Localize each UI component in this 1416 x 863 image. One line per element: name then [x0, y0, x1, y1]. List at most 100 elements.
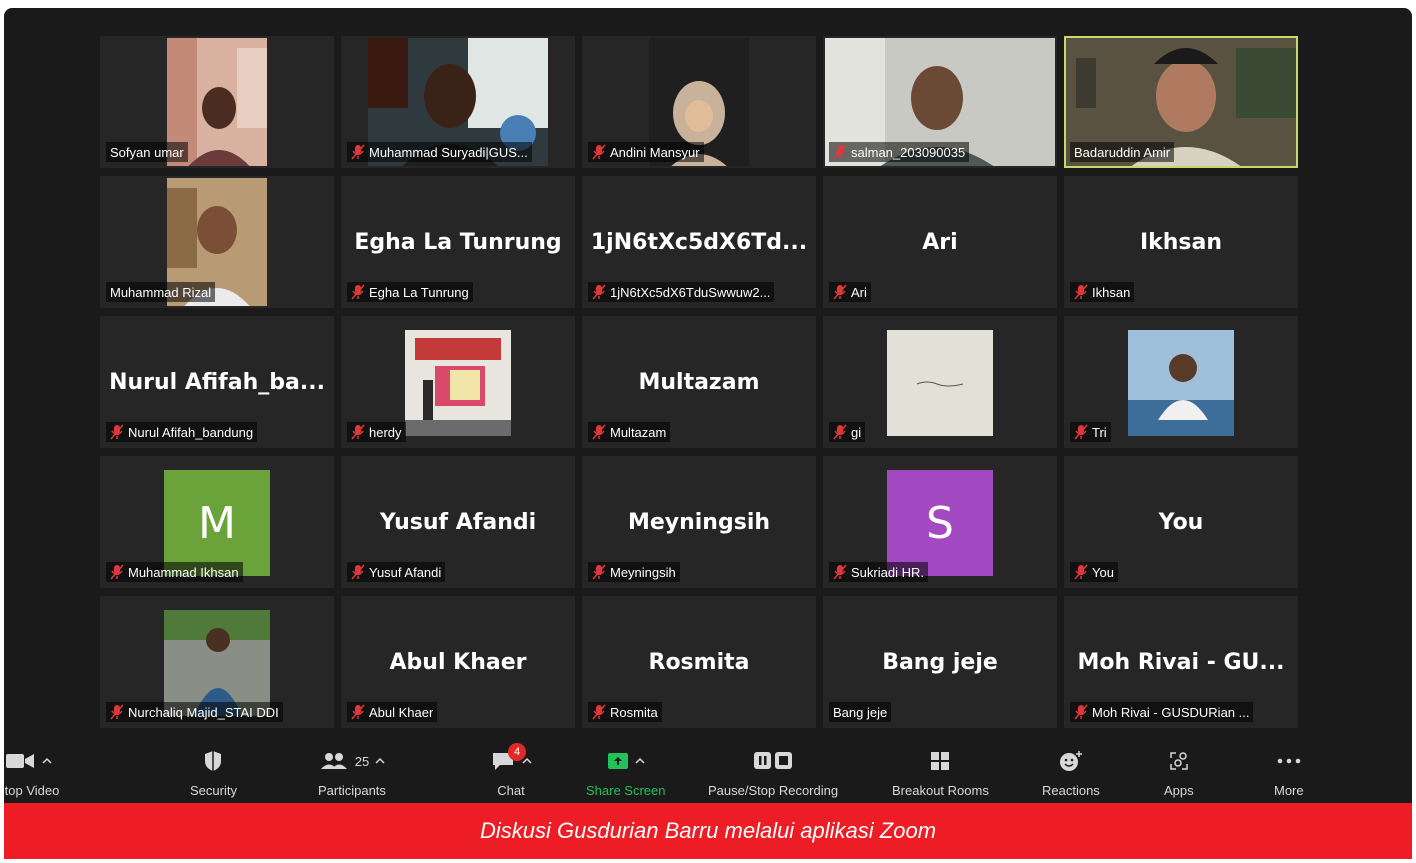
- security-button[interactable]: Security: [190, 748, 237, 798]
- participant-name-label: Egha La Tunrung: [347, 282, 473, 302]
- participant-tile[interactable]: salman_203090035: [823, 36, 1057, 168]
- pause-stop-recording-button[interactable]: Pause/Stop Recording: [708, 748, 838, 798]
- participant-tile[interactable]: Nurul Afifah_ba... Nurul Afifah_bandung: [100, 316, 334, 448]
- mic-muted-icon: [833, 144, 847, 160]
- participant-name-label: Tri: [1070, 422, 1111, 442]
- breakout-rooms-button[interactable]: Breakout Rooms: [892, 748, 989, 798]
- reactions-button[interactable]: Reactions: [1042, 748, 1100, 798]
- participant-tile[interactable]: Andini Mansyur: [582, 36, 816, 168]
- mic-muted-icon: [833, 284, 847, 300]
- mic-muted-icon: [351, 424, 365, 440]
- mic-muted-icon: [1074, 284, 1088, 300]
- participant-name-label: Muhammad Rizal: [106, 282, 216, 302]
- meeting-toolbar: Stop Video Security 25 Participants 4 Ch…: [4, 740, 1412, 803]
- image-caption: Diskusi Gusdurian Barru melalui aplikasi…: [4, 803, 1412, 859]
- mic-muted-icon: [110, 424, 124, 440]
- participant-name-label: Bang jeje: [829, 702, 892, 722]
- participant-display-name: Meyningsih: [627, 510, 771, 535]
- participant-display-name: Ikhsan: [1139, 230, 1223, 255]
- participant-tile[interactable]: Muhammad Rizal: [100, 176, 334, 308]
- apps-icon: [1170, 752, 1188, 770]
- mic-muted-icon: [592, 284, 606, 300]
- chevron-up-icon[interactable]: [375, 756, 385, 766]
- participant-name-label: Sukriadi HR.: [829, 562, 928, 582]
- participant-name-label: 1jN6tXc5dX6TduSwwuw2...: [588, 282, 775, 302]
- participant-tile-active-speaker[interactable]: Badaruddin Amir: [1064, 36, 1298, 168]
- mic-muted-icon: [592, 144, 606, 160]
- participant-tile[interactable]: Moh Rivai - GU... Moh Rivai - GUSDURian …: [1064, 596, 1298, 728]
- mic-muted-icon: [1074, 424, 1088, 440]
- participant-tile[interactable]: Ari Ari: [823, 176, 1057, 308]
- participant-tile[interactable]: Ikhsan Ikhsan: [1064, 176, 1298, 308]
- profile-picture: [164, 610, 270, 716]
- participant-tile[interactable]: Abul Khaer Abul Khaer: [341, 596, 575, 728]
- profile-picture: [1128, 330, 1234, 436]
- participant-tile[interactable]: Nurchaliq Majid_STAI DDI: [100, 596, 334, 728]
- participant-display-name: Multazam: [638, 370, 760, 395]
- participant-display-name: Rosmita: [648, 650, 750, 675]
- pause-stop-icon: [754, 752, 793, 769]
- mic-muted-icon: [1074, 704, 1088, 720]
- participant-name-label: Rosmita: [588, 702, 662, 722]
- participant-tile[interactable]: Sofyan umar: [100, 36, 334, 168]
- chevron-up-icon[interactable]: [42, 756, 52, 766]
- participant-tile[interactable]: Meyningsih Meyningsih: [582, 456, 816, 588]
- participant-name-label: Muhammad Suryadi|GUS...: [347, 142, 532, 162]
- mic-muted-icon: [351, 284, 365, 300]
- participant-display-name: Bang jeje: [882, 650, 998, 675]
- mic-muted-icon: [833, 424, 847, 440]
- participant-display-name: Nurul Afifah_ba...: [109, 370, 325, 395]
- mic-muted-icon: [351, 704, 365, 720]
- participant-name-label: You: [1070, 562, 1118, 582]
- breakout-rooms-icon: [931, 752, 950, 770]
- initial-avatar: S: [887, 470, 993, 576]
- participant-tile[interactable]: Yusuf Afandi Yusuf Afandi: [341, 456, 575, 588]
- profile-picture: [887, 330, 993, 436]
- participant-name-label: Ari: [829, 282, 871, 302]
- zoom-window: Sofyan umar Muhammad Suryadi|GUS... Andi…: [4, 8, 1412, 803]
- participant-tile[interactable]: You You: [1064, 456, 1298, 588]
- participants-button[interactable]: 25 Participants: [318, 748, 386, 798]
- participant-name-label: Meyningsih: [588, 562, 680, 582]
- mic-muted-icon: [592, 564, 606, 580]
- chat-button[interactable]: 4 Chat: [490, 743, 532, 798]
- apps-button[interactable]: Apps: [1164, 748, 1194, 798]
- participant-tile[interactable]: M Muhammad Ikhsan: [100, 456, 334, 588]
- participant-name-label: Nurul Afifah_bandung: [106, 422, 258, 442]
- participant-name-label: salman_203090035: [829, 142, 970, 162]
- share-screen-button[interactable]: Share Screen: [586, 748, 666, 798]
- participant-tile[interactable]: Multazam Multazam: [582, 316, 816, 448]
- participant-count: 25: [354, 753, 370, 769]
- mic-muted-icon: [351, 144, 365, 160]
- participant-display-name: You: [1158, 510, 1204, 535]
- participant-display-name: Moh Rivai - GU...: [1077, 650, 1285, 675]
- gallery-grid: Sofyan umar Muhammad Suryadi|GUS... Andi…: [100, 36, 1298, 728]
- participant-tile[interactable]: Tri: [1064, 316, 1298, 448]
- participant-name-label: gi: [829, 422, 866, 442]
- participant-name-label: Abul Khaer: [347, 702, 438, 722]
- participant-tile[interactable]: Bang jeje Bang jeje: [823, 596, 1057, 728]
- participant-tile[interactable]: Rosmita Rosmita: [582, 596, 816, 728]
- chevron-up-icon[interactable]: [635, 756, 645, 766]
- participant-tile[interactable]: Muhammad Suryadi|GUS...: [341, 36, 575, 168]
- participant-name-label: herdy: [347, 422, 406, 442]
- participant-tile[interactable]: S Sukriadi HR.: [823, 456, 1057, 588]
- smiley-icon: [1059, 751, 1082, 771]
- participant-display-name: Abul Khaer: [389, 650, 527, 675]
- participant-display-name: Yusuf Afandi: [379, 510, 537, 535]
- participant-name-label: Multazam: [588, 422, 671, 442]
- mic-muted-icon: [592, 424, 606, 440]
- participant-display-name: Egha La Tunrung: [354, 230, 562, 255]
- shield-icon: [205, 751, 222, 771]
- participant-name-label: Andini Mansyur: [588, 142, 704, 162]
- mic-muted-icon: [833, 564, 847, 580]
- profile-picture: [405, 330, 511, 436]
- stop-video-button[interactable]: Stop Video: [4, 748, 59, 798]
- share-screen-icon: [607, 753, 628, 769]
- participant-tile[interactable]: gi: [823, 316, 1057, 448]
- participant-tile[interactable]: herdy: [341, 316, 575, 448]
- more-button[interactable]: More: [1274, 748, 1304, 798]
- participant-name-label: Badaruddin Amir: [1070, 142, 1175, 162]
- participant-tile[interactable]: 1jN6tXc5dX6Td... 1jN6tXc5dX6TduSwwuw2...: [582, 176, 816, 308]
- participant-tile[interactable]: Egha La Tunrung Egha La Tunrung: [341, 176, 575, 308]
